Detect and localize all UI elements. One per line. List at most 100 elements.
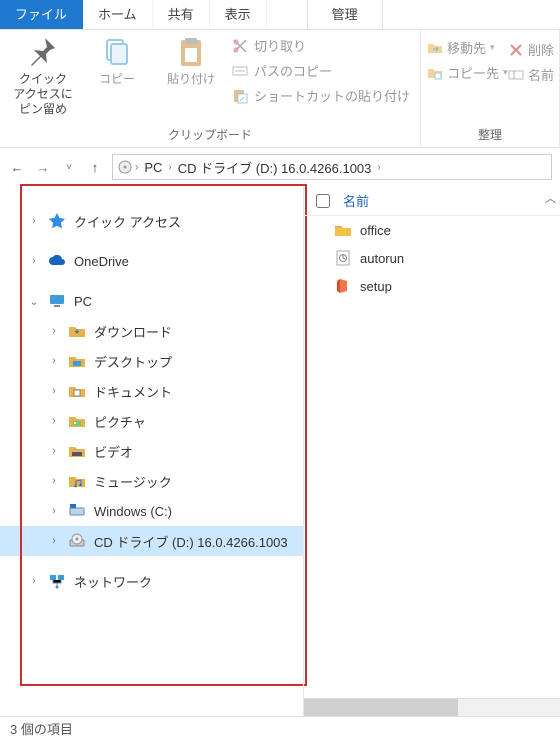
- forward-button[interactable]: →: [34, 160, 52, 175]
- tree-music[interactable]: › ミュージック: [0, 466, 303, 496]
- chevron-right-icon: ›: [48, 415, 60, 427]
- file-office[interactable]: office: [304, 216, 560, 244]
- rename-label: 名前: [528, 65, 554, 84]
- tree-desktop[interactable]: › デスクトップ: [0, 346, 303, 376]
- chevron-right-icon: ›: [48, 355, 60, 367]
- tree-videos[interactable]: › ビデオ: [0, 436, 303, 466]
- item-count-label: 3 個の項目: [10, 719, 73, 738]
- paste-button[interactable]: 貼り付け: [154, 34, 228, 89]
- recent-dropdown[interactable]: ˅: [60, 162, 78, 173]
- horizontal-scrollbar[interactable]: [304, 698, 560, 716]
- file-setup[interactable]: setup: [304, 272, 560, 300]
- chevron-down-icon: ▾: [490, 42, 495, 53]
- tree-onedrive[interactable]: › OneDrive: [0, 246, 303, 276]
- tab-file[interactable]: ファイル: [0, 0, 83, 29]
- move-icon: [427, 40, 443, 56]
- rename-button[interactable]: 名前: [508, 65, 554, 84]
- pictures-icon: [68, 412, 86, 430]
- copy-to-button[interactable]: コピー先 ▾: [427, 63, 508, 82]
- scroll-up-icon[interactable]: ︿: [545, 190, 556, 206]
- delete-label: 削除: [528, 40, 554, 59]
- file-label: setup: [360, 279, 392, 294]
- breadcrumb-pc[interactable]: PC: [140, 160, 166, 175]
- clipboard-group-label: クリップボード: [6, 126, 414, 145]
- tree-label: ピクチャ: [94, 412, 146, 431]
- inf-file-icon: [334, 249, 352, 267]
- tree-pictures[interactable]: › ピクチャ: [0, 406, 303, 436]
- disc-icon: [117, 159, 133, 175]
- tree-label: クイック アクセス: [74, 212, 181, 231]
- chevron-down-icon: ⌄: [28, 295, 40, 308]
- file-list-pane: ︿ 名前 office autorun setup: [303, 186, 560, 716]
- status-bar: 3 個の項目: [0, 716, 560, 740]
- file-autorun[interactable]: autorun: [304, 244, 560, 272]
- copy-path-label: パスのコピー: [254, 61, 332, 80]
- tree-label: ダウンロード: [94, 322, 172, 341]
- chevron-right-icon: ›: [48, 505, 60, 517]
- network-icon: [48, 572, 66, 590]
- chevron-right-icon: ›: [135, 162, 138, 173]
- select-all-checkbox[interactable]: [316, 194, 330, 208]
- copy-path-button[interactable]: パスのコピー: [232, 61, 410, 80]
- tab-manage[interactable]: 管理: [307, 0, 383, 29]
- chevron-right-icon: ›: [377, 162, 380, 173]
- chevron-right-icon: ›: [168, 162, 171, 173]
- copy-icon: [101, 36, 133, 68]
- address-bar: ← → ˅ ↑ › PC › CD ドライブ (D:) 16.0.4266.10…: [0, 148, 560, 186]
- back-button[interactable]: ←: [8, 160, 26, 175]
- chevron-right-icon: ›: [48, 325, 60, 337]
- chevron-down-icon: ▾: [503, 67, 508, 78]
- rename-icon: [508, 67, 524, 83]
- delete-button[interactable]: 削除: [508, 40, 554, 59]
- up-button[interactable]: ↑: [86, 160, 104, 175]
- breadcrumb-drive[interactable]: CD ドライブ (D:) 16.0.4266.1003: [174, 158, 376, 177]
- documents-icon: [68, 382, 86, 400]
- tab-home[interactable]: ホーム: [83, 0, 153, 29]
- chevron-right-icon: ›: [48, 535, 60, 547]
- move-to-label: 移動先: [447, 38, 486, 57]
- cut-button[interactable]: 切り取り: [232, 36, 410, 55]
- file-label: office: [360, 223, 391, 238]
- tab-share[interactable]: 共有: [153, 0, 210, 29]
- tree-d-drive[interactable]: › CD ドライブ (D:) 16.0.4266.1003: [0, 526, 303, 556]
- paste-shortcut-button[interactable]: ショートカットの貼り付け: [232, 86, 410, 105]
- file-label: autorun: [360, 251, 404, 266]
- delete-icon: [508, 42, 524, 58]
- copy-button[interactable]: コピー: [80, 34, 154, 89]
- tree-downloads[interactable]: › ダウンロード: [0, 316, 303, 346]
- tree-c-drive[interactable]: › Windows (C:): [0, 496, 303, 526]
- chevron-right-icon: ›: [48, 385, 60, 397]
- tree-label: OneDrive: [74, 254, 129, 269]
- tree-pc[interactable]: ⌄ PC: [0, 286, 303, 316]
- move-to-button[interactable]: 移動先 ▾: [427, 38, 495, 57]
- chevron-right-icon: ›: [28, 255, 40, 267]
- copy-to-icon: [427, 65, 443, 81]
- tree-label: Windows (C:): [94, 504, 172, 519]
- drive-icon: [68, 502, 86, 520]
- column-name[interactable]: 名前: [343, 191, 369, 210]
- office-setup-icon: [334, 277, 352, 295]
- music-icon: [68, 472, 86, 490]
- chevron-right-icon: ›: [28, 575, 40, 587]
- tree-quick-access[interactable]: › クイック アクセス: [0, 206, 303, 236]
- organize-group-label: 整理: [427, 126, 553, 145]
- shortcut-icon: [232, 88, 248, 104]
- copy-to-label: コピー先: [447, 63, 499, 82]
- pin-to-quick-access-button[interactable]: クイック アクセスにピン留め: [6, 34, 80, 119]
- paste-icon: [175, 36, 207, 68]
- ribbon: クイック アクセスにピン留め コピー 貼り付け 切り取り パスのコピー: [0, 30, 560, 148]
- tree-documents[interactable]: › ドキュメント: [0, 376, 303, 406]
- pin-label: クイック アクセスにピン留め: [12, 72, 74, 117]
- chevron-right-icon: ›: [48, 445, 60, 457]
- breadcrumb-box[interactable]: › PC › CD ドライブ (D:) 16.0.4266.1003 ›: [112, 154, 552, 180]
- cut-label: 切り取り: [254, 36, 306, 55]
- paste-shortcut-label: ショートカットの貼り付け: [254, 86, 410, 105]
- tab-view[interactable]: 表示: [210, 0, 267, 29]
- tree-label: デスクトップ: [94, 352, 172, 371]
- desktop-icon: [68, 352, 86, 370]
- downloads-icon: [68, 322, 86, 340]
- tree-label: ネットワーク: [74, 572, 152, 591]
- chevron-right-icon: ›: [28, 215, 40, 227]
- tab-bar: ファイル ホーム 共有 表示 管理: [0, 0, 560, 30]
- tree-network[interactable]: › ネットワーク: [0, 566, 303, 596]
